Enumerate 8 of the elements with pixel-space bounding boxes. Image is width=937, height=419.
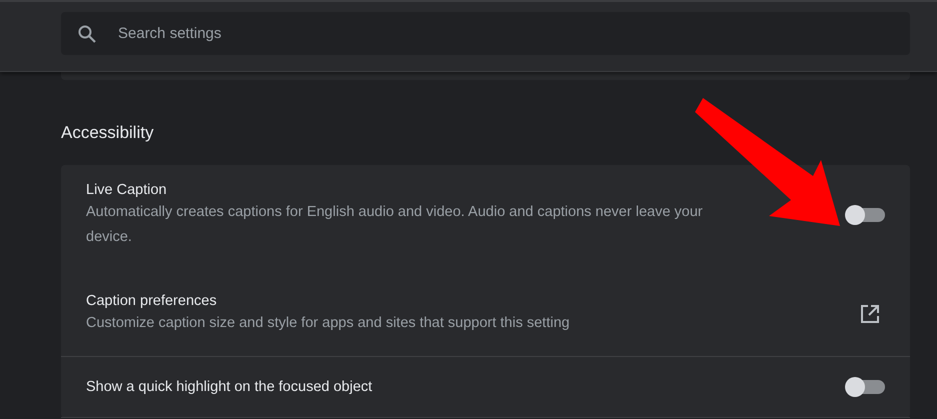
setting-title: Caption preferences bbox=[86, 292, 218, 311]
setting-description: Automatically creates captions for English audio and video. Audio and captions never leave your device. bbox=[86, 203, 704, 247]
section-heading: Accessibility bbox=[61, 123, 155, 143]
setting-description: Customize caption size and style for apps and sites that support this setting bbox=[86, 314, 571, 333]
external-link-icon[interactable] bbox=[860, 304, 880, 324]
setting-title: Live Caption bbox=[86, 181, 168, 200]
search-field[interactable]: Search settings bbox=[61, 12, 910, 55]
setting-title: Show a quick highlight on the focused object bbox=[86, 378, 374, 397]
